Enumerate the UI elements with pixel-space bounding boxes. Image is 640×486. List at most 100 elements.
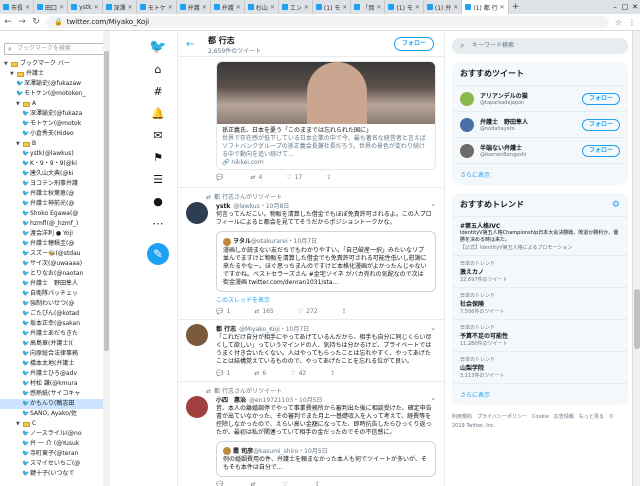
bookmark-item[interactable]: 🐦 弁護士神前光(@	[0, 199, 109, 209]
tab-close-icon[interactable]: ✕	[202, 4, 207, 11]
avatar[interactable]	[186, 395, 208, 418]
reload-icon[interactable]: ↻	[32, 17, 40, 27]
suggested-user-name[interactable]: 弁護士 野田隼人	[480, 117, 528, 126]
tab-close-icon[interactable]: ✕	[94, 4, 99, 11]
reply-button[interactable]: 💬	[216, 481, 226, 486]
twitter-bird-icon[interactable]: 🐦	[149, 39, 166, 55]
new-tab-button[interactable]: +	[509, 0, 523, 14]
bookmark-item[interactable]: 🐦 感熱紙(サイコキャ	[0, 389, 109, 399]
maximize-icon[interactable]: □	[620, 0, 630, 14]
reply-button[interactable]: 💬 1	[216, 370, 230, 377]
follow-button[interactable]: フォロー	[581, 92, 620, 105]
trend-item[interactable]: 日本のトレンド 山梨学院 3,113件のツイート	[452, 352, 628, 384]
more-icon[interactable]: ⋯	[150, 215, 166, 231]
who-to-follow-item[interactable]: 半端ない弁護士 @ikemenBengoshi フォロー	[452, 138, 628, 164]
bookmark-item[interactable]: 🐦 自衛隊パッチェッ	[0, 289, 109, 299]
tab-close-icon[interactable]: ✕	[128, 4, 133, 11]
bookmark-item[interactable]: 🐦 弁護士あだちきた	[0, 329, 109, 339]
gear-icon[interactable]: ⚙	[612, 200, 620, 210]
bookmark-item[interactable]: 🐦 SANO, Ayako/佐	[0, 409, 109, 419]
tab-close-icon[interactable]: ✕	[500, 4, 505, 11]
suggested-user-name[interactable]: アリアンデルの猫	[480, 91, 528, 100]
bookmark-item[interactable]: 🐦 渡会洋利 ● Yoji	[0, 229, 109, 239]
trend-item[interactable]: 日本のトレンド 予算不足の可能性 11,280件のツイート	[452, 320, 628, 352]
trends-more-link[interactable]: さらに表示	[452, 384, 628, 405]
footer-link[interactable]: 広告情報	[554, 414, 574, 420]
chevron-down-icon[interactable]: ⌄	[430, 324, 436, 332]
like-button[interactable]: ♡ 42	[290, 370, 306, 377]
trend-item[interactable]: 日本のトレンド 社会保険 7,506件のツイート	[452, 288, 628, 320]
browser-tab[interactable]: 杉山 ✕	[245, 0, 279, 14]
footer-link[interactable]: 利用規約	[452, 414, 472, 420]
tab-close-icon[interactable]: ✕	[59, 4, 64, 11]
bookmark-item[interactable]: 🐦 強制わいせつ(@	[0, 299, 109, 309]
reply-button[interactable]: 💬	[216, 174, 226, 181]
bookmark-item[interactable]: 🐦 スマイセいちご(@	[0, 459, 109, 469]
expand-triangle-icon[interactable]: ▼	[4, 59, 9, 69]
avatar[interactable]	[460, 117, 474, 132]
follow-button[interactable]: フォロー	[581, 118, 620, 131]
url-field[interactable]: 🔒 twitter.com/Miyako_Koji	[46, 16, 609, 28]
menu-icon[interactable]: ⋮	[628, 18, 636, 27]
bookmark-folder[interactable]: ▼ B	[0, 139, 109, 149]
bell-icon[interactable]: 🔔	[150, 105, 166, 121]
who-to-follow-item[interactable]: 弁護士 野田隼人 @nodahayato フォロー	[452, 112, 628, 138]
browser-tab[interactable]: (1) モ ✕	[385, 0, 424, 14]
bookmark-item[interactable]: 🐦 かもんり(鴨志田	[0, 399, 109, 409]
bookmark-item[interactable]: 🐦 深澤諭史(@fukaza	[0, 109, 109, 119]
tab-close-icon[interactable]: ✕	[342, 4, 347, 11]
who-more-link[interactable]: さらに表示	[452, 164, 628, 185]
page-scroll-thumb[interactable]	[634, 289, 640, 349]
tweet[interactable]: ⇄ 都 行志さんがリツイート ⌄ ystk @lawkus・10月8日 何言ってんだこい。…	[178, 187, 444, 319]
bookmark-search-input[interactable]: ⌕ ブックマークを検索	[4, 43, 105, 55]
bookmark-item[interactable]: 🐦 ごたぴん(@kotad	[0, 309, 109, 319]
bookmark-item[interactable]: 🐦 弁 一 介 (@Yusuk	[0, 439, 109, 449]
bookmark-item[interactable]: 🐦 弁護士穂積圭(@	[0, 239, 109, 249]
bookmark-item[interactable]: 🐦 モトケン(@motoken_	[0, 89, 109, 99]
share-button[interactable]: ⇪	[326, 174, 331, 181]
retweet-button[interactable]: ⇄ 165	[254, 308, 273, 315]
suggested-user-name[interactable]: 半端ない弁護士	[480, 143, 526, 152]
link-card[interactable]: 孫正義氏、日本を憂う「このままでは忘れられた国に」 世界で存在感が低下している日…	[216, 61, 436, 170]
expand-triangle-icon[interactable]: ▼	[10, 69, 15, 79]
share-button[interactable]: ⇪	[330, 370, 335, 377]
tab-close-icon[interactable]: ✕	[415, 4, 420, 11]
tweet-author-name[interactable]: 小四 惠治	[216, 397, 246, 404]
tweet[interactable]: ⌄ 都 行志 @Miyako_Koji・10月7日 「これだけ自分が相手にやってあげて…	[178, 318, 444, 381]
trend-item[interactable]: #第五人格IVC IdentityV第五人格Championship日本大会決勝戦…	[452, 217, 628, 256]
footer-link[interactable]: Cookie	[532, 414, 549, 420]
share-button[interactable]: ⇪	[342, 308, 347, 315]
browser-tab[interactable]: エン ✕	[279, 0, 313, 14]
trend-item[interactable]: 日本のトレンド 激えカノ 22,697件のツイート	[452, 256, 628, 288]
show-thread-link[interactable]: このスレッドを表示	[216, 295, 436, 304]
back-icon[interactable]: ←	[4, 17, 12, 27]
bookmark-item[interactable]: 🐦 寺町東子(@teran	[0, 449, 109, 459]
sidebar-scrollbar[interactable]	[103, 31, 110, 486]
bookmark-item[interactable]: 🐦 向原総合法律事務	[0, 349, 109, 359]
tab-close-icon[interactable]: ✕	[236, 4, 241, 11]
retweet-button[interactable]: ⇄	[250, 481, 258, 486]
browser-tab[interactable]: 弁護 ✕	[211, 0, 245, 14]
bookmark-item[interactable]: 🐦 スズー🐝(@stdau	[0, 249, 109, 259]
share-button[interactable]: ⇪	[315, 481, 320, 486]
bookmark-item[interactable]: 🐦 K・9・9・9(@ki	[0, 159, 109, 169]
browser-tab[interactable]: 田口 ✕	[34, 0, 69, 14]
bookmark-item[interactable]: 🐦 ystk(@lawkus)	[0, 149, 109, 159]
browser-tab[interactable]: 深澤 ✕	[103, 0, 137, 14]
close-window-icon[interactable]: ✕	[630, 0, 640, 14]
profile-icon[interactable]: ●	[150, 193, 166, 209]
who-to-follow-item[interactable]: アリアンデルの猫 @taparkadejapon フォロー	[452, 86, 628, 112]
avatar[interactable]	[186, 323, 208, 346]
browser-tab[interactable]: (1) 弁 ✕	[424, 0, 463, 14]
bookmark-icon[interactable]: ⚑	[150, 149, 166, 165]
bookmark-folder[interactable]: ▼ 弁護士	[0, 69, 109, 79]
bookmark-folder[interactable]: ▼ C	[0, 419, 109, 429]
retweet-button[interactable]: ⇄ 4	[250, 174, 262, 181]
tab-close-icon[interactable]: ✕	[453, 4, 458, 11]
avatar[interactable]	[186, 202, 208, 224]
tab-close-icon[interactable]: ✕	[304, 4, 309, 11]
footer-link[interactable]: もっと見る	[579, 414, 604, 420]
expand-triangle-icon[interactable]: ▼	[16, 99, 21, 109]
bookmark-item[interactable]: 🐦 小倉秀夫(Hideo	[0, 129, 109, 139]
follow-button[interactable]: フォロー	[393, 37, 434, 51]
